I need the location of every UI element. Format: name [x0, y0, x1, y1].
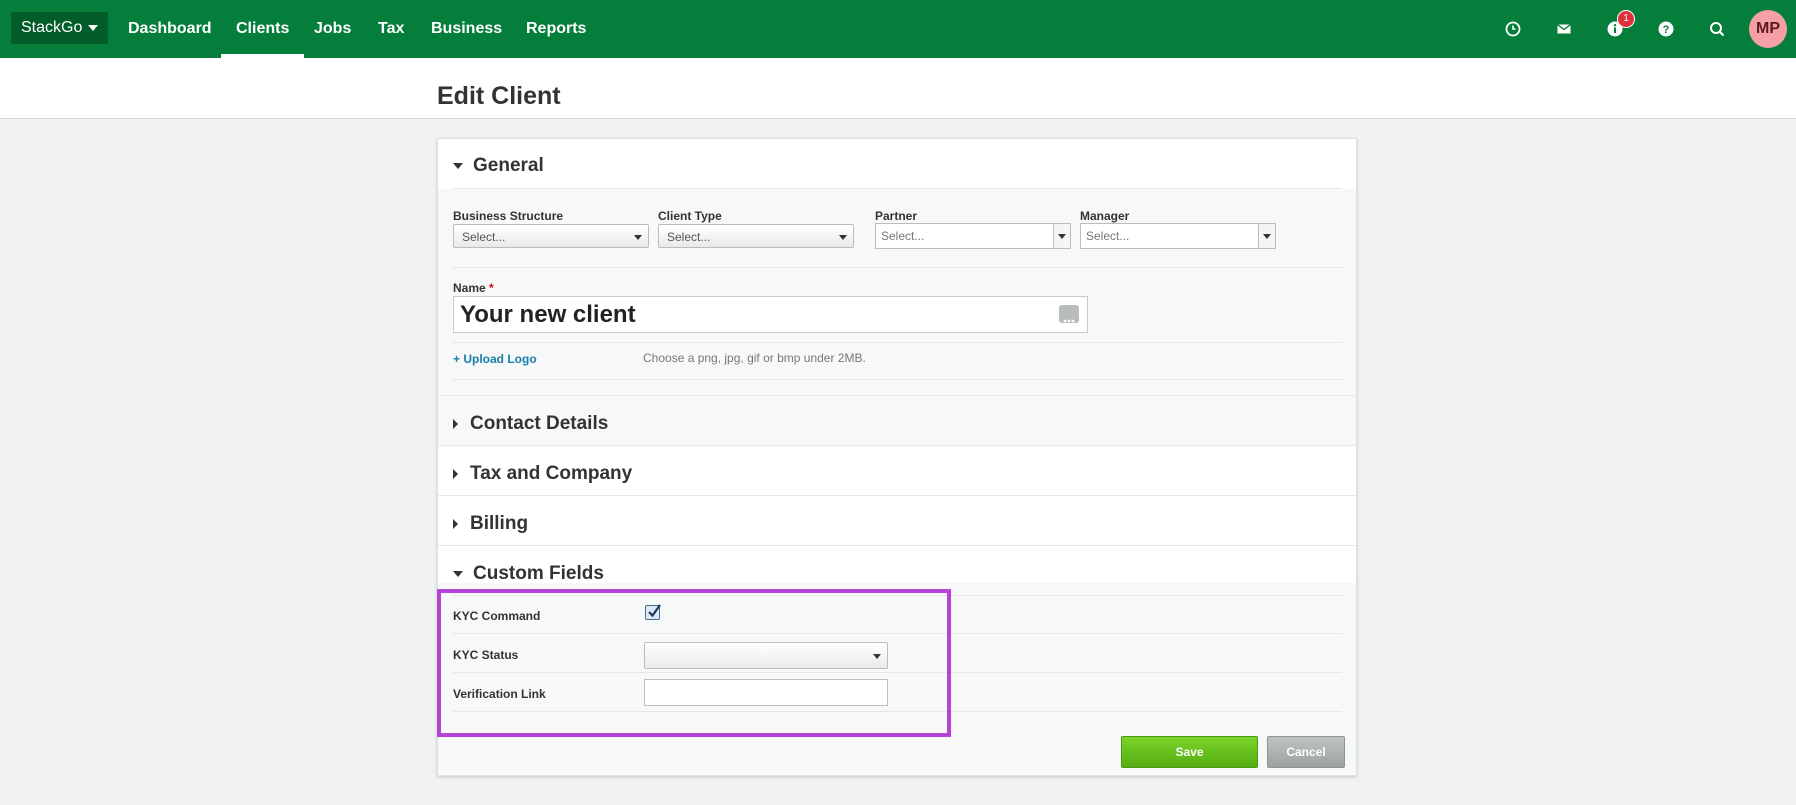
- section-general-label: General: [473, 155, 544, 176]
- avatar[interactable]: MP: [1749, 10, 1787, 48]
- section-billing[interactable]: Billing: [453, 513, 528, 535]
- section-contact-details[interactable]: Contact Details: [453, 413, 608, 435]
- nav-tax[interactable]: Tax: [363, 0, 419, 58]
- top-nav-bar: StackGo Dashboard Clients Jobs Tax Busin…: [0, 0, 1796, 58]
- divider: [453, 379, 1342, 380]
- name-label: Name *: [453, 281, 494, 295]
- section-contact-label: Contact Details: [470, 413, 609, 434]
- cancel-button[interactable]: Cancel: [1267, 736, 1345, 768]
- upload-logo-link[interactable]: + Upload Logo: [453, 352, 537, 366]
- section-billing-label: Billing: [470, 513, 529, 534]
- business-structure-select[interactable]: Select...: [453, 224, 649, 248]
- manager-combobox[interactable]: Select...: [1080, 223, 1276, 249]
- section-tax-label: Tax and Company: [470, 463, 633, 484]
- clock-icon[interactable]: [1501, 17, 1525, 41]
- page-title: Edit Client: [437, 82, 561, 110]
- caret-right-icon: [453, 468, 458, 479]
- caret-right-icon: [453, 518, 458, 529]
- svg-text:?: ?: [1663, 24, 1670, 36]
- caret-down-icon: [453, 162, 463, 169]
- section-tax-and-company[interactable]: Tax and Company: [453, 463, 632, 485]
- nav-jobs[interactable]: Jobs: [299, 0, 366, 58]
- client-name-input[interactable]: Your new client: [453, 296, 1088, 333]
- client-type-label: Client Type: [658, 209, 722, 223]
- business-structure-label: Business Structure: [453, 209, 564, 223]
- section-general[interactable]: General: [453, 155, 544, 177]
- nav-clients[interactable]: Clients: [221, 0, 305, 58]
- help-icon[interactable]: ?: [1654, 17, 1678, 41]
- divider: [453, 267, 1342, 268]
- caret-down-icon: [453, 570, 463, 577]
- save-button[interactable]: Save: [1121, 736, 1258, 768]
- client-name-value: Your new client: [460, 301, 636, 328]
- required-marker: *: [489, 281, 494, 295]
- caret-right-icon: [453, 418, 458, 429]
- divider: [438, 395, 1356, 396]
- partner-placeholder: Select...: [881, 229, 925, 243]
- chevron-down-icon[interactable]: [1258, 224, 1275, 248]
- divider: [453, 342, 1342, 343]
- notification-badge: 1: [1617, 10, 1635, 28]
- search-icon[interactable]: [1705, 17, 1729, 41]
- partner-label: Partner: [875, 209, 918, 223]
- client-type-value: Select...: [667, 230, 711, 244]
- nav-dashboard[interactable]: Dashboard: [113, 0, 227, 58]
- chevron-down-icon: [634, 235, 642, 240]
- divider: [438, 495, 1356, 496]
- name-label-text: Name: [453, 281, 486, 295]
- page-header: Edit Client: [0, 58, 1796, 119]
- upload-hint: Choose a png, jpg, gif or bmp under 2MB.: [643, 351, 866, 365]
- mail-icon[interactable]: [1552, 17, 1576, 41]
- business-structure-value: Select...: [462, 230, 506, 244]
- brand-menu[interactable]: StackGo: [11, 12, 109, 44]
- divider: [438, 445, 1356, 446]
- client-type-select[interactable]: Select...: [658, 224, 854, 248]
- chevron-down-icon: [839, 235, 847, 240]
- highlight-box: [437, 589, 951, 737]
- more-options-icon[interactable]: [1059, 305, 1079, 323]
- nav-reports[interactable]: Reports: [511, 0, 601, 58]
- chevron-down-icon[interactable]: [1053, 224, 1070, 248]
- divider: [453, 188, 1342, 189]
- manager-label: Manager: [1080, 209, 1130, 223]
- chevron-down-icon: [88, 24, 99, 31]
- manager-placeholder: Select...: [1086, 229, 1130, 243]
- divider: [438, 545, 1356, 546]
- partner-combobox[interactable]: Select...: [875, 223, 1071, 249]
- section-custom-label: Custom Fields: [473, 563, 604, 584]
- brand-label: StackGo: [21, 19, 83, 36]
- section-custom-fields[interactable]: Custom Fields: [453, 563, 604, 585]
- nav-business[interactable]: Business: [416, 0, 517, 58]
